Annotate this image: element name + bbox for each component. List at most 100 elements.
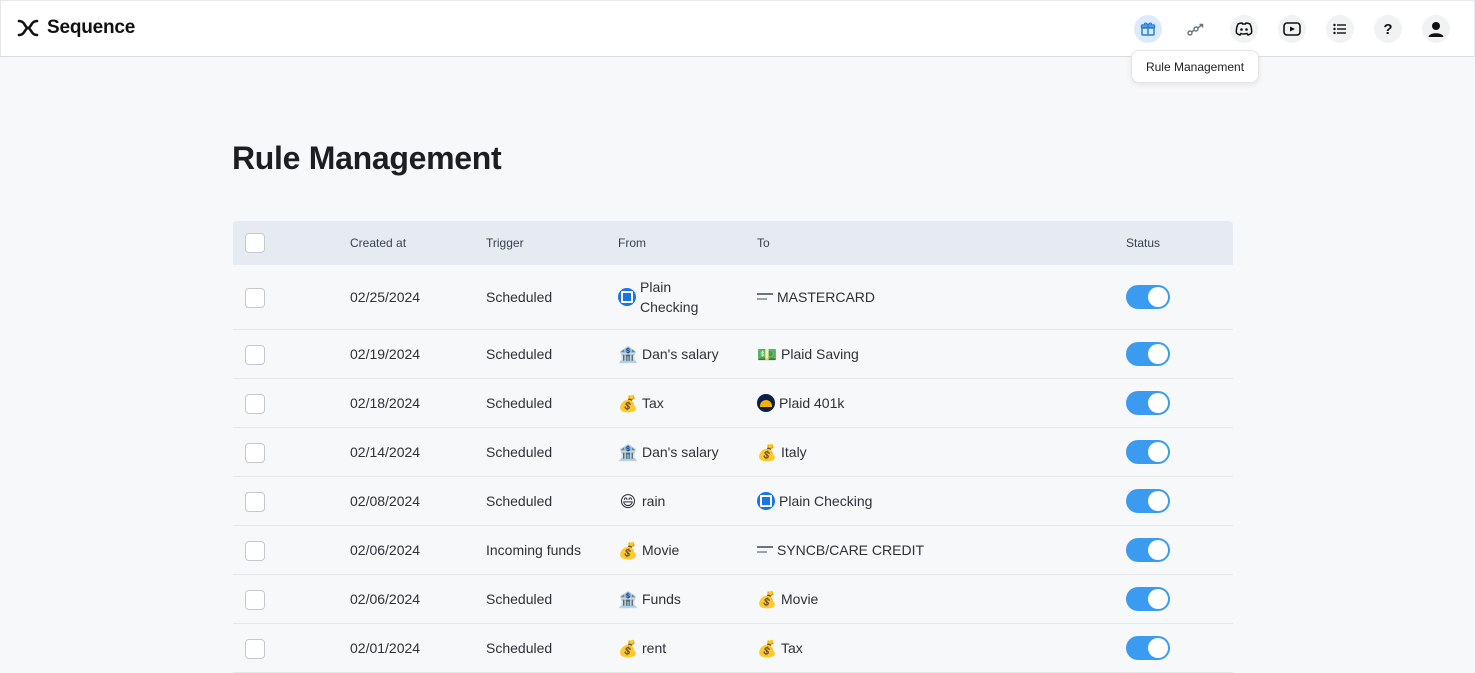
to-account-cell: MASTERCARD [757, 265, 875, 329]
brand-logo[interactable]: Sequence [17, 15, 135, 41]
status-toggle[interactable] [1126, 489, 1170, 513]
nav-tooltip: Rule Management [1131, 50, 1259, 83]
help-button[interactable]: ? [1374, 15, 1402, 43]
to-account: SYNCB/CARE CREDIT [757, 540, 924, 560]
bank-building-icon: 🏦 [618, 344, 638, 364]
to-account-cell: 💰 Movie [757, 575, 818, 623]
status-toggle[interactable] [1126, 440, 1170, 464]
trigger-cell: Scheduled [486, 493, 553, 509]
from-account-cell: 🏦 Dan's salary [618, 330, 719, 378]
table-row[interactable]: 02/06/2024 Incoming funds 💰 Movie SYNCB/CARE… [233, 526, 1233, 575]
row-checkbox[interactable] [245, 393, 265, 414]
list-button[interactable] [1326, 15, 1354, 43]
toggle-knob [1148, 442, 1168, 462]
header-from: From [618, 236, 646, 250]
to-account-label: MASTERCARD [777, 289, 876, 305]
to-account-cell: Plain Checking [757, 477, 872, 525]
to-account-label: Tax [781, 640, 803, 656]
status-toggle[interactable] [1126, 342, 1170, 366]
to-account: Plain Checking [757, 491, 872, 511]
retirement-logo-icon [757, 394, 775, 412]
status-cell [1126, 624, 1170, 672]
row-checkbox[interactable] [245, 491, 265, 512]
from-account-cell: 💰 Tax [618, 379, 664, 427]
toggle-knob [1148, 589, 1168, 609]
row-checkbox[interactable] [245, 287, 265, 308]
from-account: Plain Checking [618, 277, 720, 317]
rules-table: Created at Trigger From To Status 02/25/… [233, 221, 1233, 673]
table-row[interactable]: 02/25/2024 Scheduled Plain Checking MASTERC… [233, 265, 1233, 330]
app-name: Sequence [47, 17, 136, 38]
smile-emoji-icon: 😄 [619, 491, 637, 511]
toggle-knob [1148, 287, 1168, 307]
rule-management-button[interactable] [1182, 15, 1210, 43]
to-account-cell: SYNCB/CARE CREDIT [757, 526, 924, 574]
from-account-label: rain [642, 493, 666, 509]
row-checkbox[interactable] [245, 540, 265, 561]
rules-icon [1187, 23, 1204, 36]
table-body: 02/25/2024 Scheduled Plain Checking MASTERC… [233, 265, 1233, 673]
status-toggle[interactable] [1126, 285, 1170, 309]
status-toggle[interactable] [1126, 587, 1170, 611]
table-row[interactable]: 02/18/2024 Scheduled 💰 Tax Plaid 401k [233, 379, 1233, 428]
select-all-checkbox[interactable] [245, 233, 265, 253]
from-account-label: Plain Checking [640, 279, 699, 315]
from-account: 🏦 Dan's salary [618, 442, 719, 462]
bank-logo-icon [757, 492, 775, 510]
to-account-cell: Plaid 401k [757, 379, 844, 427]
from-account-cell: 🏦 Funds [618, 575, 681, 623]
from-account: 💰 rent [618, 638, 666, 658]
list-icon [1333, 23, 1346, 35]
status-toggle[interactable] [1126, 391, 1170, 415]
user-icon [1428, 22, 1444, 37]
money-bag-icon: 💰 [618, 540, 638, 560]
table-row[interactable]: 02/06/2024 Scheduled 🏦 Funds 💰 Movie [233, 575, 1233, 624]
created-at-cell: 02/08/2024 [350, 493, 421, 509]
trigger-cell: Scheduled [486, 640, 553, 656]
to-account-label: Movie [781, 591, 819, 607]
table-row[interactable]: 02/01/2024 Scheduled 💰 rent 💰 Tax [233, 624, 1233, 673]
from-account-label: Dan's salary [642, 444, 719, 460]
to-account: 💰 Italy [757, 442, 807, 462]
row-checkbox[interactable] [245, 638, 265, 659]
user-menu-button[interactable] [1422, 15, 1450, 43]
trigger-cell: Scheduled [486, 395, 553, 411]
from-account-cell: 💰 rent [618, 624, 666, 672]
gift-button[interactable] [1134, 15, 1162, 43]
to-account-label: Plain Checking [779, 493, 873, 509]
youtube-button[interactable] [1278, 15, 1306, 43]
trigger-cell: Scheduled [486, 591, 553, 607]
status-cell [1126, 330, 1170, 378]
table-row[interactable]: 02/08/2024 Scheduled 😄 rain Plain Checking [233, 477, 1233, 526]
table-row[interactable]: 02/14/2024 Scheduled 🏦 Dan's salary 💰 Italy [233, 428, 1233, 477]
page-title: Rule Management [232, 140, 502, 176]
trigger-cell: Scheduled [486, 444, 553, 460]
to-account: 💰 Movie [757, 589, 818, 609]
to-account-label: Italy [781, 444, 807, 460]
row-checkbox[interactable] [245, 589, 265, 610]
created-at-cell: 02/14/2024 [350, 444, 421, 460]
status-cell [1126, 379, 1170, 427]
created-at-cell: 02/18/2024 [350, 395, 421, 411]
to-account-cell: 💰 Tax [757, 624, 803, 672]
to-account-label: Plaid Saving [781, 346, 859, 362]
row-checkbox[interactable] [245, 344, 265, 365]
row-checkbox[interactable] [245, 442, 265, 463]
table-row[interactable]: 02/19/2024 Scheduled 🏦 Dan's salary 💵 Plaid S… [233, 330, 1233, 379]
from-account: 😄 rain [618, 491, 666, 511]
status-toggle[interactable] [1126, 636, 1170, 660]
gift-icon [1140, 22, 1156, 36]
status-toggle[interactable] [1126, 538, 1170, 562]
created-at-cell: 02/25/2024 [350, 289, 421, 305]
toggle-knob [1148, 491, 1168, 511]
top-bar: Sequence ? [0, 0, 1475, 57]
toggle-knob [1148, 344, 1168, 364]
discord-button[interactable] [1230, 15, 1258, 43]
to-account: 💵 Plaid Saving [757, 344, 859, 364]
money-bag-icon: 💰 [757, 589, 777, 609]
money-bag-icon: 💰 [618, 393, 638, 413]
money-bag-icon: 💰 [757, 442, 777, 462]
table-header: Created at Trigger From To Status [233, 221, 1233, 265]
to-account-cell: 💵 Plaid Saving [757, 330, 859, 378]
toggle-knob [1148, 540, 1168, 560]
